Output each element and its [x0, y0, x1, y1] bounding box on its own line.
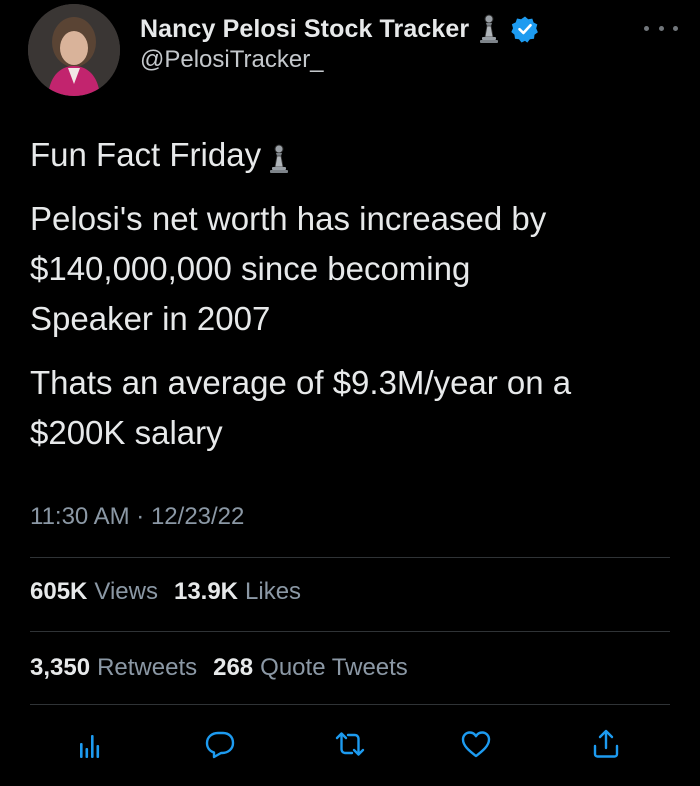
tweet-paragraph-2: Pelosi's net worth has increased by $140…	[30, 194, 670, 344]
quotes-label: Quote Tweets	[260, 654, 408, 681]
tweet-text-line: Speaker in 2007	[30, 300, 271, 337]
tweet-text-line: Pelosi's net worth has increased by	[30, 200, 547, 237]
tweet-line-1-text: Fun Fact Friday	[30, 136, 262, 173]
quotes-count: 268	[213, 654, 254, 681]
verified-badge-icon	[511, 15, 539, 43]
action-bar	[0, 724, 700, 768]
tweet-detail: Nancy Pelosi Stock Tracker @PelosiTracke…	[0, 0, 700, 786]
retweets-count: 3,350	[30, 654, 91, 681]
tweet-text-line: $200K salary	[30, 414, 223, 451]
chess-pawn-icon	[267, 139, 291, 173]
share-icon[interactable]	[586, 724, 626, 764]
stats-row-retweets-quotes: 3,350 Retweets 268 Quote Tweets	[30, 654, 416, 682]
author-handle[interactable]: @PelosiTracker_	[140, 46, 324, 74]
retweets-stat[interactable]: 3,350 Retweets	[30, 654, 197, 682]
tweet-paragraph-3: Thats an average of $9.3M/year on a $200…	[30, 358, 670, 458]
display-name[interactable]: Nancy Pelosi Stock Tracker	[140, 15, 469, 44]
likes-stat[interactable]: 13.9K Likes	[174, 578, 301, 606]
more-options-icon[interactable]	[644, 18, 678, 38]
tweet-text-line: $140,000,000 since becoming	[30, 250, 471, 287]
tweet-text-line: Thats an average of $9.3M/year on a	[30, 364, 572, 401]
divider	[30, 557, 670, 558]
likes-count: 13.9K	[173, 578, 239, 605]
views-stat[interactable]: 605K Views	[30, 578, 158, 606]
reply-icon[interactable]	[200, 724, 240, 764]
divider	[30, 631, 670, 632]
tweet-line-1: Fun Fact Friday	[30, 130, 670, 180]
analytics-icon[interactable]	[70, 724, 110, 764]
likes-label: Likes	[245, 578, 302, 605]
retweet-icon[interactable]	[330, 724, 370, 764]
avatar[interactable]	[28, 4, 120, 96]
views-label: Views	[94, 578, 158, 605]
author-name-row: Nancy Pelosi Stock Tracker	[140, 12, 539, 46]
stats-row-views-likes: 605K Views 13.9K Likes	[30, 578, 309, 606]
tweet-timestamp[interactable]: 11:30 AM · 12/23/22	[30, 503, 244, 531]
chess-pawn-icon	[477, 13, 501, 45]
divider	[30, 704, 670, 705]
quotes-stat[interactable]: 268 Quote Tweets	[213, 654, 408, 682]
tweet-text: Fun Fact Friday Pelosi's net worth has i…	[30, 130, 670, 472]
like-icon[interactable]	[456, 724, 496, 764]
retweets-label: Retweets	[97, 654, 198, 681]
views-count: 605K	[30, 578, 88, 605]
